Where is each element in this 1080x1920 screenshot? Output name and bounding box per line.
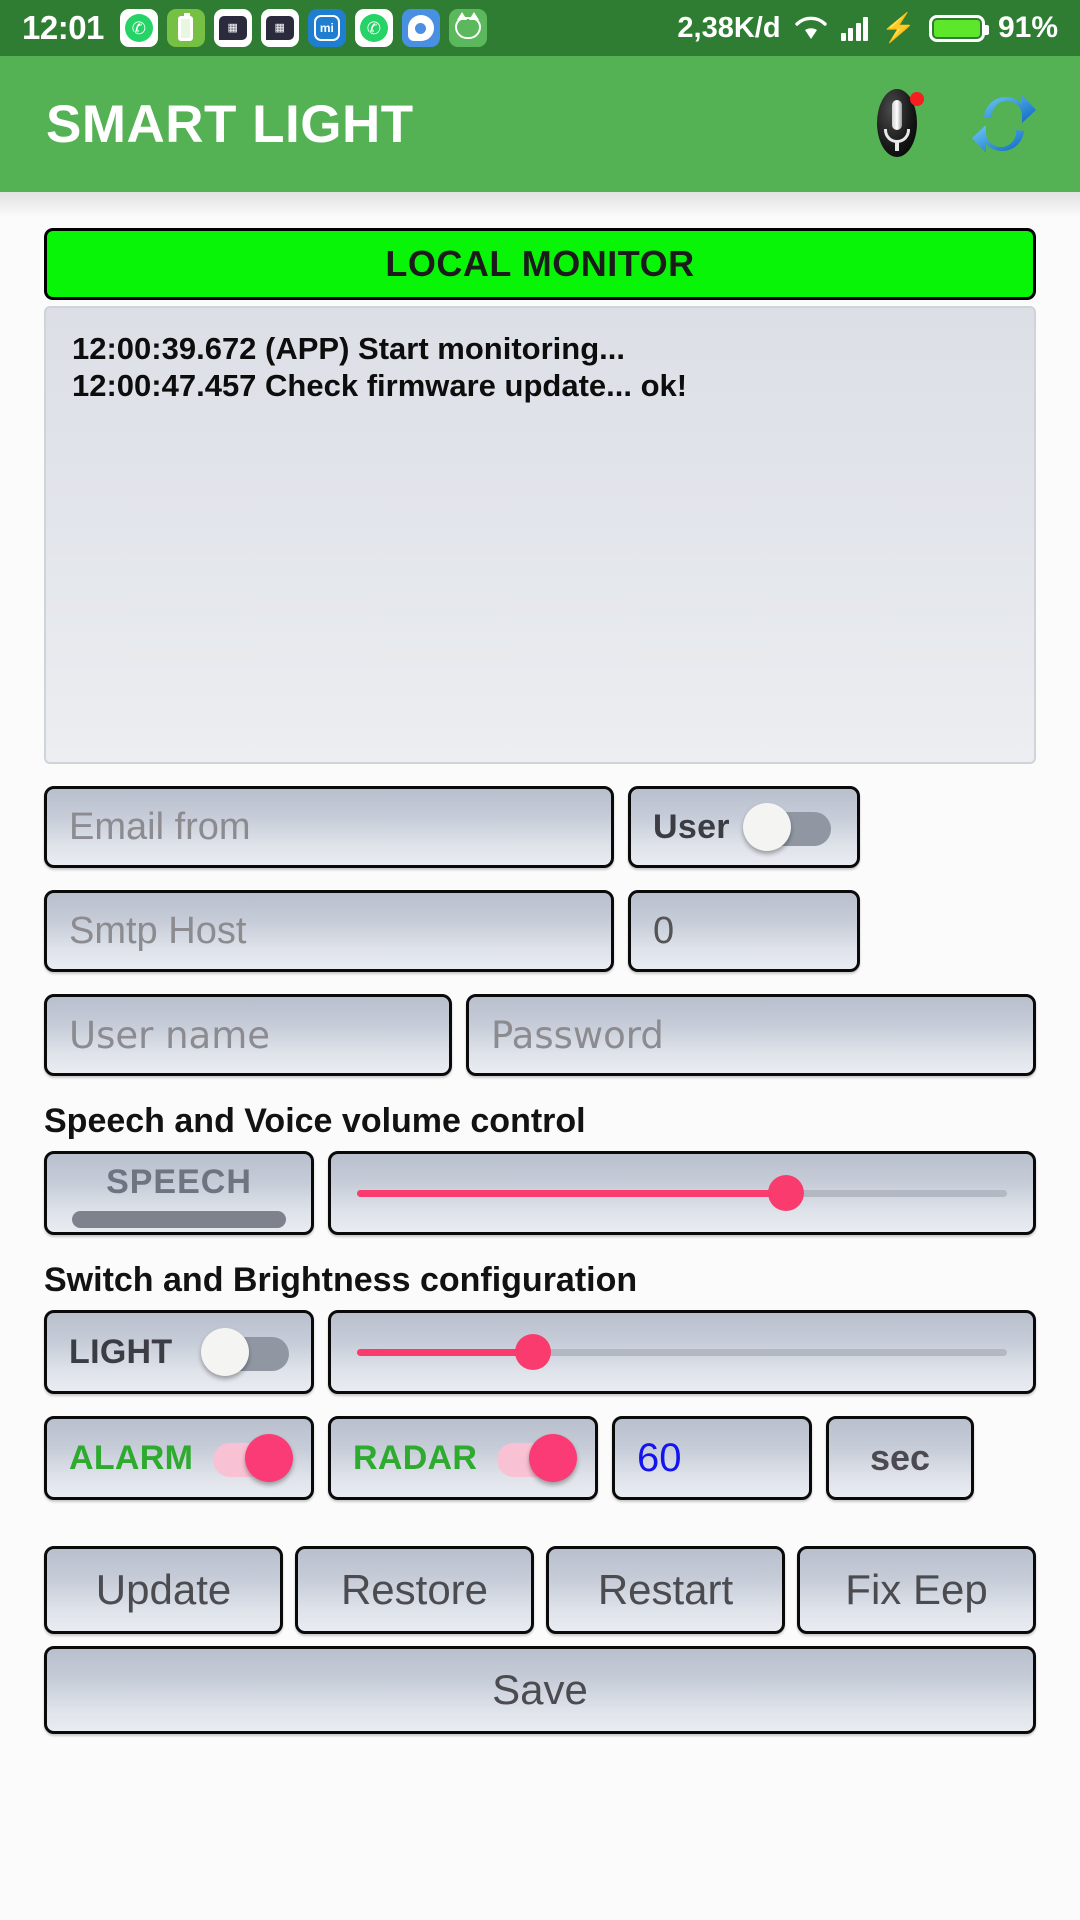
android-icon — [448, 9, 487, 47]
light-toggle-button[interactable]: LIGHT — [44, 1310, 314, 1394]
recording-indicator-dot — [910, 92, 924, 106]
app-bar-actions — [868, 89, 1038, 159]
local-monitor-header[interactable]: LOCAL MONITOR — [44, 228, 1036, 300]
radar-seconds-value: 60 — [637, 1435, 682, 1480]
battery-icon — [928, 14, 989, 42]
speech-row: SPEECH — [44, 1151, 1036, 1235]
brightness-slider[interactable] — [328, 1310, 1036, 1394]
alarm-toggle-button[interactable]: ALARM — [44, 1416, 314, 1500]
brightness-thumb[interactable] — [514, 1334, 551, 1370]
speech-section-title: Speech and Voice volume control — [44, 1102, 586, 1140]
radar-toggle-button[interactable]: RADAR — [328, 1416, 598, 1500]
speech-toggle-track[interactable] — [72, 1210, 286, 1228]
alarm-toggle-label: ALARM — [69, 1438, 194, 1477]
battery-percent-label: 91% — [997, 11, 1058, 44]
update-button[interactable]: Update — [44, 1546, 283, 1634]
status-bar: 12:01 ✆ ▦ ▦ mi ✆ 2,38K/d ⚡ 91% — [0, 0, 1080, 56]
messenger-icon — [401, 9, 440, 47]
fix-eep-button[interactable]: Fix Eep — [797, 1546, 1036, 1634]
voice-volume-track[interactable] — [357, 1175, 1007, 1211]
alarm-radar-row: ALARM RADAR 60 sec — [44, 1416, 1036, 1500]
smtp-row: Smtp Host 0 — [44, 890, 1036, 972]
blackberry-messenger-icon: ▦ — [260, 9, 299, 47]
app-title: SMART LIGHT — [46, 94, 414, 154]
radar-toggle-label: RADAR — [353, 1438, 478, 1477]
smtp-host-placeholder: Smtp Host — [69, 909, 247, 952]
speech-button[interactable]: SPEECH — [44, 1151, 314, 1235]
user-toggle-switch[interactable] — [743, 803, 835, 851]
user-toggle-button[interactable]: User — [628, 786, 860, 868]
brightness-track[interactable] — [357, 1334, 1007, 1370]
light-row: LIGHT — [44, 1310, 1036, 1394]
save-button[interactable]: Save — [44, 1646, 1036, 1734]
sync-refresh-icon[interactable] — [970, 89, 1038, 159]
mi-icon: mi — [307, 9, 346, 47]
light-toggle-switch[interactable] — [201, 1328, 293, 1376]
light-toggle-label: LIGHT — [69, 1332, 173, 1371]
whatsapp-icon: ✆ — [354, 9, 393, 47]
smtp-host-input[interactable]: Smtp Host — [44, 890, 614, 972]
whatsapp-icon: ✆ — [119, 9, 158, 47]
email-from-input[interactable]: Email from — [44, 786, 614, 868]
action-buttons-row: Update Restore Restart Fix Eep — [44, 1546, 1036, 1634]
speech-button-label: SPEECH — [106, 1162, 252, 1201]
status-bar-clock: 12:01 — [22, 9, 104, 46]
status-bar-notification-icons: ✆ ▦ ▦ mi ✆ — [119, 9, 487, 47]
smtp-port-input[interactable]: 0 — [628, 890, 860, 972]
wifi-icon — [794, 15, 828, 41]
user-name-input[interactable]: User name — [44, 994, 452, 1076]
app-bar: SMART LIGHT — [0, 56, 1080, 192]
blackberry-messenger-icon: ▦ — [213, 9, 252, 47]
voice-volume-thumb[interactable] — [768, 1175, 804, 1211]
user-name-placeholder: User name — [69, 1013, 271, 1057]
alarm-toggle-switch[interactable] — [201, 1434, 293, 1482]
local-monitor-log[interactable]: 12:00:39.672 (APP) Start monitoring... 1… — [44, 306, 1036, 764]
radar-toggle-switch[interactable] — [485, 1434, 577, 1482]
radar-seconds-input[interactable]: 60 — [612, 1416, 812, 1500]
charging-bolt-icon: ⚡ — [881, 12, 916, 43]
mi-label: mi — [313, 15, 340, 41]
user-toggle-label: User — [653, 807, 730, 846]
smtp-port-value: 0 — [653, 909, 675, 952]
password-input[interactable]: Password — [466, 994, 1036, 1076]
password-placeholder: Password — [491, 1013, 664, 1057]
voice-volume-slider[interactable] — [328, 1151, 1036, 1235]
restart-button[interactable]: Restart — [546, 1546, 785, 1634]
log-line: 12:00:39.672 (APP) Start monitoring... — [72, 331, 625, 366]
microphone-icon[interactable] — [868, 89, 926, 159]
battery-app-icon — [166, 9, 205, 47]
status-bar-system-icons: 2,38K/d ⚡ 91% — [677, 11, 1058, 45]
credentials-row: User name Password — [44, 994, 1036, 1076]
cellular-signal-icon — [840, 15, 869, 41]
log-line: 12:00:47.457 Check firmware update... ok… — [72, 368, 688, 404]
email-row: Email from User — [44, 786, 1036, 868]
main-content: LOCAL MONITOR 12:00:39.672 (APP) Start m… — [0, 192, 1080, 1920]
network-speed-label: 2,38K/d — [677, 11, 781, 44]
restore-button[interactable]: Restore — [295, 1546, 534, 1634]
email-from-placeholder: Email from — [69, 805, 251, 848]
switch-section-title: Switch and Brightness configuration — [44, 1261, 638, 1299]
seconds-unit-label: sec — [826, 1416, 974, 1500]
